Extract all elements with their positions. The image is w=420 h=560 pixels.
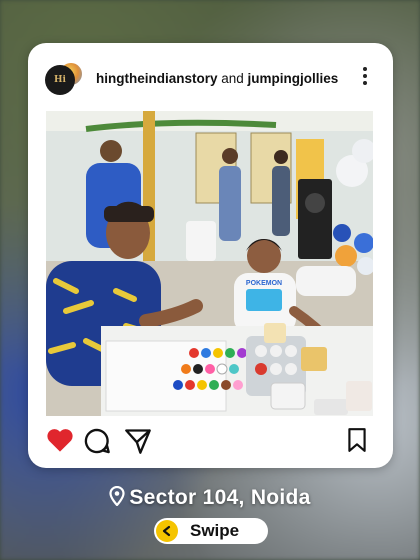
location-pin-icon <box>109 486 125 506</box>
author-secondary-link[interactable]: jumpingjollies <box>248 71 339 86</box>
post-authors: hingtheindianstory and jumpingjollies <box>96 71 338 86</box>
author-joiner: and <box>221 71 248 86</box>
location-caption: Sector 104, Noida <box>0 486 420 510</box>
location-text: Sector 104, Noida <box>129 486 311 509</box>
avatar-initials: Hi <box>54 75 66 85</box>
send-icon[interactable] <box>124 427 152 455</box>
author-primary-link[interactable]: hingtheindianstory <box>96 71 218 86</box>
chevron-left-icon <box>156 520 178 542</box>
swipe-label: Swipe <box>190 521 240 540</box>
photo-scene: POKEMON <box>46 111 373 416</box>
post-actions <box>28 423 393 463</box>
author-avatar[interactable]: Hi <box>45 65 75 95</box>
heart-icon[interactable] <box>46 427 74 453</box>
swipe-button[interactable]: Swipe <box>154 518 268 544</box>
post-photo[interactable]: POKEMON <box>46 111 373 416</box>
comment-icon[interactable] <box>83 427 111 455</box>
post-header: Hi hingtheindianstory and jumpingjollies <box>28 43 393 111</box>
bookmark-icon[interactable] <box>346 427 368 453</box>
shirt-text: POKEMON <box>246 280 282 287</box>
more-vertical-icon[interactable] <box>363 67 367 85</box>
post-card: Hi hingtheindianstory and jumpingjollies <box>28 43 393 468</box>
